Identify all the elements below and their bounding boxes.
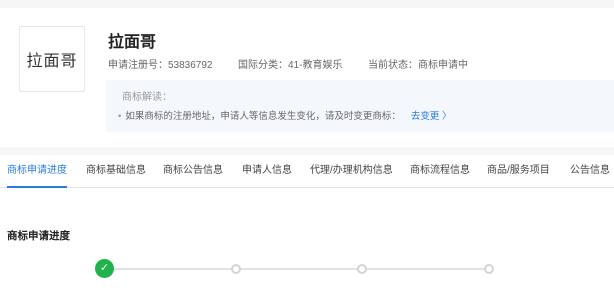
tab-announcement-info[interactable]: 商标公告信息 (163, 155, 223, 188)
tab-bar: 商标申请进度 商标基础信息 商标公告信息 申请人信息 代理/办理机构信息 商标流… (0, 155, 614, 188)
registration-number: 申请注册号：53836792 (108, 60, 213, 71)
tab-agency-info[interactable]: 代理/办理机构信息 (310, 155, 393, 188)
step-pending (231, 264, 241, 274)
tab-process-info[interactable]: 商标流程信息 (410, 155, 470, 188)
trademark-notice: 商标解读： • 如果商标的注册地址，申请人等信息发生变化，请及时变更商标： 去变更 … (106, 80, 614, 132)
international-class: 国际分类：41-教育娱乐 (238, 60, 343, 71)
trademark-name: 拉面哥 (108, 34, 157, 51)
current-status: 当前状态：商标申请中 (368, 60, 468, 71)
top-strip (0, 0, 614, 8)
notice-line: • 如果商标的注册地址，申请人等信息发生变化，请及时变更商标： 去变更 〉 (118, 108, 451, 122)
notice-title: 商标解读： (122, 92, 172, 103)
check-icon: ✓ (99, 262, 110, 274)
progress-section-title: 商标申请进度 (7, 230, 70, 242)
step-pending (484, 264, 494, 274)
trademark-logo-text: 拉面哥 (26, 51, 78, 70)
section-separator (0, 147, 614, 155)
step-pending (357, 264, 367, 274)
tab-application-progress[interactable]: 商标申请进度 (7, 155, 67, 188)
tab-applicant-info[interactable]: 申请人信息 (242, 155, 292, 188)
notice-text: 如果商标的注册地址，申请人等信息发生变化，请及时变更商标： (125, 111, 401, 122)
tab-basic-info[interactable]: 商标基础信息 (86, 155, 146, 188)
progress-track (104, 268, 490, 270)
change-link[interactable]: 去变更 〉 (411, 111, 452, 122)
bullet-icon: • (118, 111, 122, 122)
tab-notice-info[interactable]: 公告信息 (570, 155, 610, 188)
step-completed: ✓ (95, 259, 114, 278)
trademark-logo: 拉面哥 (19, 26, 85, 92)
tab-goods-services[interactable]: 商品/服务项目 (487, 155, 550, 188)
